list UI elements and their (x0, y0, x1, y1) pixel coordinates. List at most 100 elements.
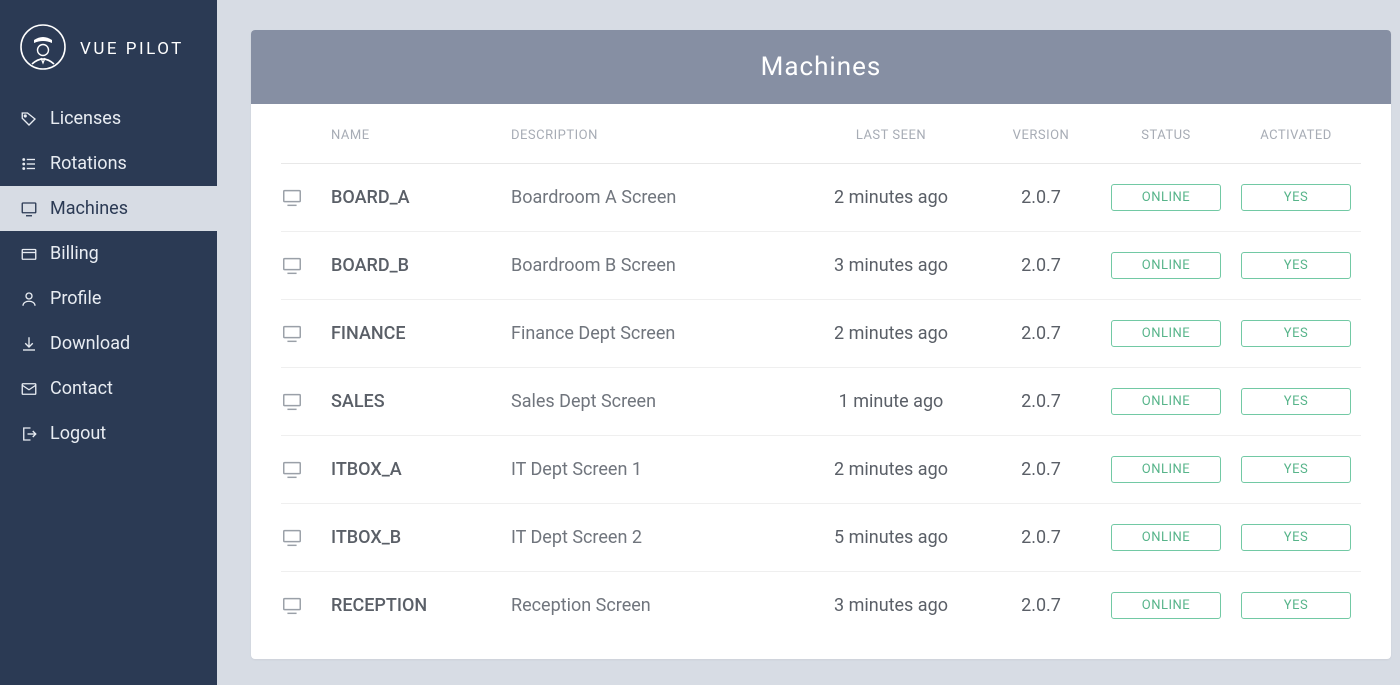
machines-panel: Machines NAME DESCRIPTION LAST SEEN VERS… (251, 30, 1391, 659)
cell-description: IT Dept Screen 1 (511, 459, 801, 480)
download-icon (20, 335, 38, 353)
sidebar-item-label: Contact (50, 378, 113, 399)
cell-name: RECEPTION (331, 595, 511, 616)
cell-last-seen: 3 minutes ago (801, 595, 981, 616)
sidebar: VUE PILOT Licenses Rotations (0, 0, 217, 685)
cell-description: Boardroom B Screen (511, 255, 801, 276)
sidebar-item-download[interactable]: Download (0, 321, 217, 366)
sidebar-item-logout[interactable]: Logout (0, 411, 217, 456)
sidebar-item-profile[interactable]: Profile (0, 276, 217, 321)
cell-name: SALES (331, 391, 511, 412)
activated-badge: YES (1241, 524, 1351, 551)
table-row[interactable]: FINANCEFinance Dept Screen2 minutes ago2… (281, 300, 1361, 368)
monitor-icon (281, 595, 331, 617)
monitor-icon (281, 255, 331, 277)
cell-activated: YES (1231, 252, 1361, 279)
monitor-icon (281, 459, 331, 481)
cell-name: ITBOX_B (331, 527, 511, 548)
cell-version: 2.0.7 (981, 323, 1101, 344)
card-icon (20, 245, 38, 263)
cell-description: Finance Dept Screen (511, 323, 801, 344)
cell-activated: YES (1231, 388, 1361, 415)
brand-logo: VUE PILOT (0, 0, 217, 96)
machines-table: NAME DESCRIPTION LAST SEEN VERSION STATU… (251, 104, 1391, 659)
status-badge: ONLINE (1111, 456, 1221, 483)
cell-last-seen: 2 minutes ago (801, 323, 981, 344)
sidebar-item-billing[interactable]: Billing (0, 231, 217, 276)
sidebar-item-machines[interactable]: Machines (0, 186, 217, 231)
cell-last-seen: 3 minutes ago (801, 255, 981, 276)
cell-version: 2.0.7 (981, 187, 1101, 208)
cell-name: BOARD_B (331, 255, 511, 276)
cell-description: IT Dept Screen 2 (511, 527, 801, 548)
cell-version: 2.0.7 (981, 527, 1101, 548)
cell-status: ONLINE (1101, 252, 1231, 279)
cell-status: ONLINE (1101, 184, 1231, 211)
table-body: BOARD_ABoardroom A Screen2 minutes ago2.… (281, 164, 1361, 639)
cell-activated: YES (1231, 456, 1361, 483)
cell-activated: YES (1231, 320, 1361, 347)
cell-activated: YES (1231, 524, 1361, 551)
header-name: NAME (331, 128, 511, 143)
header-version: VERSION (981, 128, 1101, 143)
sidebar-item-rotations[interactable]: Rotations (0, 141, 217, 186)
monitor-icon (20, 200, 38, 218)
status-badge: ONLINE (1111, 320, 1221, 347)
monitor-icon (281, 391, 331, 413)
status-badge: ONLINE (1111, 592, 1221, 619)
cell-version: 2.0.7 (981, 255, 1101, 276)
cell-description: Sales Dept Screen (511, 391, 801, 412)
status-badge: ONLINE (1111, 252, 1221, 279)
activated-badge: YES (1241, 184, 1351, 211)
cell-name: FINANCE (331, 323, 511, 344)
cell-last-seen: 2 minutes ago (801, 187, 981, 208)
cell-description: Boardroom A Screen (511, 187, 801, 208)
sidebar-item-label: Logout (50, 423, 106, 444)
cell-status: ONLINE (1101, 320, 1231, 347)
list-icon (20, 155, 38, 173)
monitor-icon (281, 527, 331, 549)
header-activated: ACTIVATED (1231, 128, 1361, 143)
page-title: Machines (251, 30, 1391, 104)
cell-description: Reception Screen (511, 595, 801, 616)
user-icon (20, 290, 38, 308)
cell-status: ONLINE (1101, 456, 1231, 483)
table-row[interactable]: RECEPTIONReception Screen3 minutes ago2.… (281, 572, 1361, 639)
header-status: STATUS (1101, 128, 1231, 143)
pilot-icon (20, 24, 66, 74)
cell-status: ONLINE (1101, 524, 1231, 551)
header-description: DESCRIPTION (511, 128, 801, 143)
activated-badge: YES (1241, 456, 1351, 483)
mail-icon (20, 380, 38, 398)
cell-version: 2.0.7 (981, 391, 1101, 412)
brand-name: VUE PILOT (80, 39, 184, 59)
cell-activated: YES (1231, 184, 1361, 211)
table-row[interactable]: ITBOX_BIT Dept Screen 25 minutes ago2.0.… (281, 504, 1361, 572)
cell-status: ONLINE (1101, 388, 1231, 415)
activated-badge: YES (1241, 252, 1351, 279)
logout-icon (20, 425, 38, 443)
sidebar-item-contact[interactable]: Contact (0, 366, 217, 411)
status-badge: ONLINE (1111, 184, 1221, 211)
sidebar-item-label: Machines (50, 198, 128, 219)
sidebar-item-label: Rotations (50, 153, 127, 174)
header-last-seen: LAST SEEN (801, 128, 981, 143)
main-content: Machines NAME DESCRIPTION LAST SEEN VERS… (217, 0, 1400, 685)
monitor-icon (281, 187, 331, 209)
cell-activated: YES (1231, 592, 1361, 619)
status-badge: ONLINE (1111, 388, 1221, 415)
table-row[interactable]: ITBOX_AIT Dept Screen 12 minutes ago2.0.… (281, 436, 1361, 504)
activated-badge: YES (1241, 320, 1351, 347)
sidebar-item-label: Download (50, 333, 130, 354)
table-row[interactable]: BOARD_BBoardroom B Screen3 minutes ago2.… (281, 232, 1361, 300)
cell-version: 2.0.7 (981, 595, 1101, 616)
sidebar-item-label: Profile (50, 288, 101, 309)
cell-last-seen: 5 minutes ago (801, 527, 981, 548)
table-row[interactable]: BOARD_ABoardroom A Screen2 minutes ago2.… (281, 164, 1361, 232)
cell-status: ONLINE (1101, 592, 1231, 619)
sidebar-item-licenses[interactable]: Licenses (0, 96, 217, 141)
table-row[interactable]: SALESSales Dept Screen1 minute ago2.0.7O… (281, 368, 1361, 436)
sidebar-item-label: Billing (50, 243, 99, 264)
sidebar-item-label: Licenses (50, 108, 121, 129)
activated-badge: YES (1241, 388, 1351, 415)
